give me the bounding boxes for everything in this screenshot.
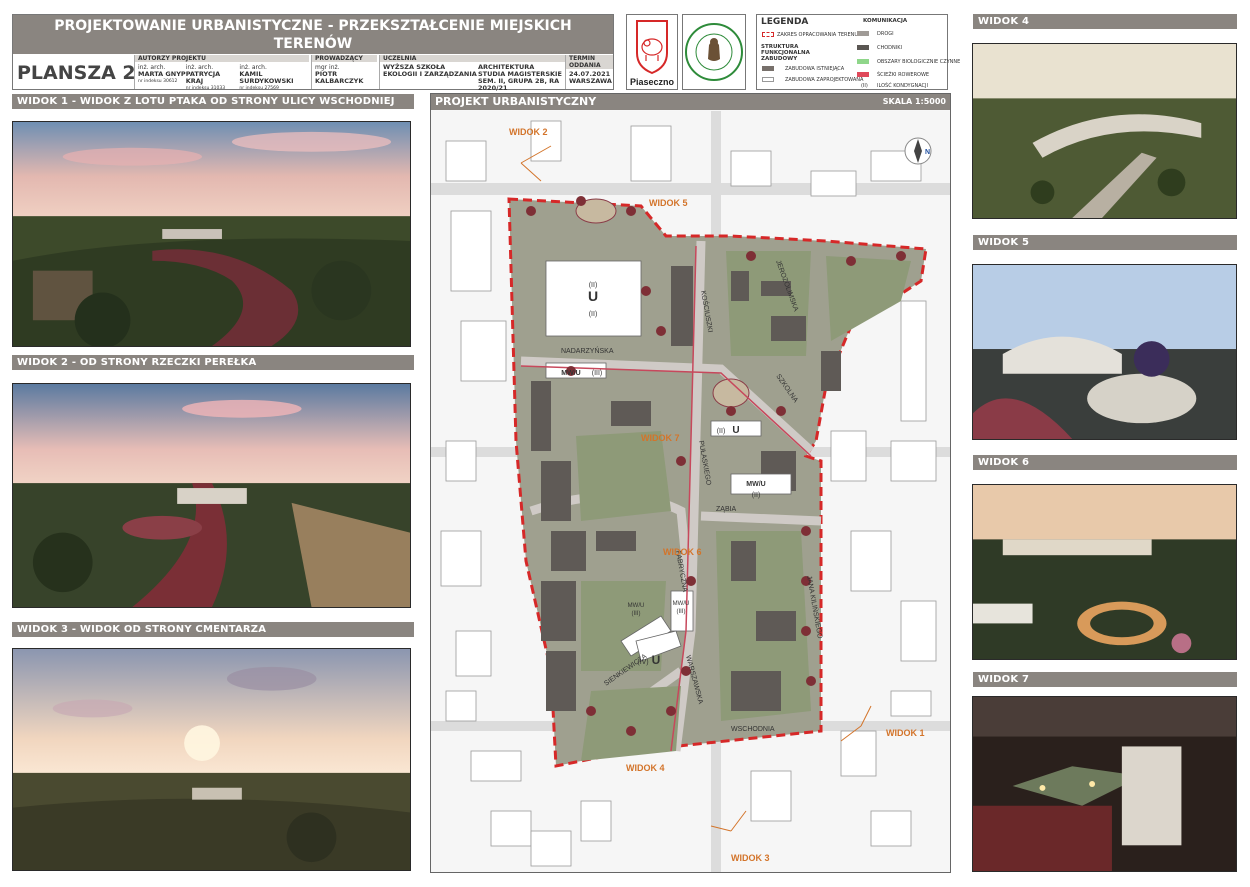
author-2: inż. arch. PATRYCJA KRAJ nr indeksu 3103…	[185, 64, 226, 91]
sidewalks-swatch	[857, 45, 869, 50]
view-5-render	[972, 264, 1237, 440]
view-2-render	[12, 383, 411, 608]
legend-title: LEGENDA	[761, 17, 809, 27]
school-heading: UCZELNIA	[380, 55, 579, 62]
marker-widok-2: WIDOK 2	[509, 127, 548, 137]
urban-plan: PROJEKT URBANISTYCZNY SKALA 1:5000 U (II…	[430, 93, 951, 873]
svg-text:(II): (II)	[752, 492, 761, 499]
authors-heading: AUTORZY PROJEKTU	[135, 55, 309, 62]
view-1-label: WIDOK 1 - WIDOK Z LOTU PTAKA OD STRONY U…	[12, 94, 414, 109]
deadline-block: TERMIN ODDANIA 24.07.2021 WARSZAWA	[565, 55, 613, 89]
marker-widok-5: WIDOK 5	[649, 198, 688, 208]
school-block: UCZELNIA WYŻSZA SZKOŁA EKOLOGII I ZARZĄD…	[379, 55, 579, 92]
bio-swatch	[857, 59, 869, 64]
svg-text:WSCHODNIA: WSCHODNIA	[731, 726, 775, 733]
svg-text:MW/U: MW/U	[628, 603, 645, 609]
view-7-label: WIDOK 7	[973, 672, 1237, 687]
site-plan-drawing: U (II) (II) MW/U (III) U (II) MW/U (II) …	[431, 111, 950, 872]
svg-text:(III): (III)	[677, 609, 686, 615]
view-3-label: WIDOK 3 - WIDOK OD STRONY CMENTARZA	[12, 622, 414, 637]
authors-block: AUTORZY PROJEKTU inż. arch. MARTA GNYP n…	[134, 55, 309, 91]
bike-swatch	[857, 72, 869, 77]
boundary-swatch	[762, 32, 774, 37]
title-line-1: PROJEKTOWANIE URBANISTYCZNE - PRZEKSZTAŁ…	[54, 18, 572, 52]
city-name: Piaseczno	[630, 77, 675, 87]
title-block: PROJEKTOWANIE URBANISTYCZNE - PRZEKSZTAŁ…	[12, 14, 614, 92]
deadline-heading: TERMIN ODDANIA	[566, 55, 613, 69]
north-arrow-icon: N	[904, 137, 932, 165]
plan-scale: SKALA 1:5000	[882, 97, 946, 106]
marker-widok-3: WIDOK 3	[731, 853, 770, 863]
author-1: inż. arch. MARTA GNYP nr indeksu 30612	[138, 64, 186, 84]
deadline-city: WARSZAWA	[569, 77, 612, 85]
svg-text:(II): (II)	[717, 428, 726, 435]
svg-text:U: U	[652, 653, 661, 667]
svg-text:N: N	[925, 149, 930, 156]
supervisor-heading: PROWADZĄCY	[312, 55, 377, 62]
legend: LEGENDA ZAKRES OPRACOWANIA TERENU STRUKT…	[756, 14, 960, 90]
view-2-label: WIDOK 2 - OD STRONY RZECZKI PEREŁKA	[12, 355, 414, 370]
supervisor-block: PROWADZĄCY mgr inż. PIOTR KALBARCZYK	[311, 55, 377, 89]
city-crest-icon: Piaseczno	[630, 20, 675, 87]
project-title: PROJEKTOWANIE URBANISTYCZNE - PRZEKSZTAŁ…	[13, 15, 613, 70]
view-6-render	[972, 484, 1237, 660]
view-4-label: WIDOK 4	[973, 14, 1237, 29]
piaseczno-logo: Piaseczno	[626, 14, 678, 90]
svg-text:ZĄBIA: ZĄBIA	[716, 506, 737, 513]
plan-title: PROJEKT URBANISTYCZNY	[435, 95, 597, 108]
supervisor-name: PIOTR KALBARCZYK	[315, 70, 364, 85]
sheet-number: PLANSZA 2	[17, 62, 136, 84]
author-3: inż. arch. KAMIL SURDYKOWSKI nr indeksu …	[239, 64, 294, 91]
svg-text:(III): (III)	[592, 370, 603, 377]
svg-text:MW/U: MW/U	[673, 601, 690, 607]
marker-widok-6: WIDOK 6	[663, 547, 702, 557]
svg-text:(II): (II)	[589, 311, 598, 318]
svg-text:NADARZYŃSKA: NADARZYŃSKA	[561, 346, 614, 355]
svg-text:(II): (II)	[589, 282, 598, 289]
svg-text:MW/U: MW/U	[746, 481, 765, 488]
view-6-label: WIDOK 6	[973, 455, 1237, 470]
school-seal-icon	[685, 23, 743, 81]
view-4-render	[972, 43, 1237, 219]
view-1-render	[12, 121, 411, 347]
marker-widok-7: WIDOK 7	[641, 433, 680, 443]
roads-swatch	[857, 31, 869, 36]
view-5-label: WIDOK 5	[973, 235, 1237, 250]
svg-text:(III): (III)	[632, 611, 641, 617]
view-3-render	[12, 648, 411, 871]
svg-text:U: U	[732, 425, 739, 436]
existing-swatch	[762, 66, 774, 71]
marker-widok-4: WIDOK 4	[626, 763, 665, 773]
planned-swatch	[762, 77, 774, 82]
school-logo	[682, 14, 746, 90]
svg-text:U: U	[588, 288, 598, 304]
svg-text:MW/U: MW/U	[561, 370, 580, 377]
plan-header: PROJEKT URBANISTYCZNY SKALA 1:5000	[431, 94, 950, 110]
view-7-render	[972, 696, 1237, 872]
marker-widok-1: WIDOK 1	[886, 728, 925, 738]
